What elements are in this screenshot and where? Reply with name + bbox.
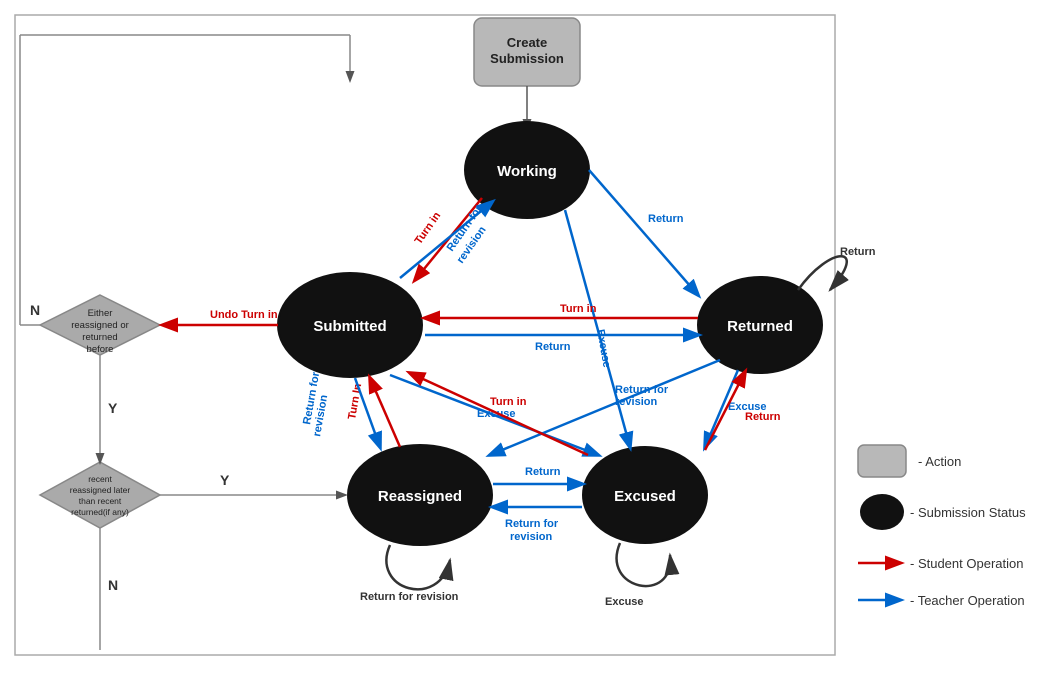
diamond-recent xyxy=(40,462,160,528)
svg-text:than recent: than recent xyxy=(79,496,122,506)
n-label-1: N xyxy=(30,302,40,318)
return-for-revision-label-3: Return for xyxy=(615,384,669,396)
create-submission-label: Create xyxy=(507,35,547,50)
svg-text:Either: Either xyxy=(88,308,113,319)
svg-text:reassigned or: reassigned or xyxy=(71,320,129,331)
arrow-reassigned-to-submitted xyxy=(370,378,400,447)
turn-in-label-4: Turn in xyxy=(490,396,527,408)
legend-action-box xyxy=(858,445,906,477)
excused-self-loop xyxy=(617,543,671,586)
reassigned-self-loop xyxy=(386,545,450,589)
legend-status-circle xyxy=(860,494,904,530)
return-for-revision-label-5: Return for xyxy=(505,518,559,530)
submitted-label: Submitted xyxy=(313,318,386,335)
undo-turnin-label: Undo Turn in xyxy=(210,309,278,321)
return-label-3: Return xyxy=(525,466,561,478)
excuse-self-label: Excuse xyxy=(605,596,644,608)
return-label-4: Return xyxy=(745,411,781,423)
return-for-revision-label-5b: revision xyxy=(510,531,552,543)
return-label-1: Return xyxy=(648,213,684,225)
y-label-2: Y xyxy=(220,472,230,488)
return-self-label: Return xyxy=(840,246,876,258)
returned-self-loop xyxy=(798,256,847,290)
turn-in-label-3: Turn In xyxy=(346,382,364,420)
return-for-revision-label-3b: revision xyxy=(615,396,657,408)
turn-in-label-1: Turn in xyxy=(413,210,444,247)
arrow-working-to-returned xyxy=(589,170,698,295)
svg-text:returned: returned xyxy=(82,332,117,343)
return-for-revision-self-label: Return for revision xyxy=(360,591,459,603)
svg-text:returned(if any): returned(if any) xyxy=(71,507,129,517)
legend-student-label: - Student Operation xyxy=(910,556,1023,571)
create-submission-label2: Submission xyxy=(490,51,564,66)
svg-text:recent: recent xyxy=(88,474,112,484)
legend-action-label: - Action xyxy=(918,454,961,469)
working-label: Working xyxy=(497,163,557,180)
n-label-2: N xyxy=(108,577,118,593)
returned-label: Returned xyxy=(727,318,793,335)
reassigned-label: Reassigned xyxy=(378,488,462,505)
svg-text:reassigned later: reassigned later xyxy=(70,485,131,495)
turn-in-label-2: Turn in xyxy=(560,303,597,315)
svg-text:before: before xyxy=(87,344,114,355)
arrow-excused-to-submitted xyxy=(410,373,588,455)
return-label-2: Return xyxy=(535,341,571,353)
legend-status-label: - Submission Status xyxy=(910,505,1026,520)
legend-teacher-label: - Teacher Operation xyxy=(910,593,1025,608)
excused-label: Excused xyxy=(614,488,676,505)
y-label-1: Y xyxy=(108,400,118,416)
